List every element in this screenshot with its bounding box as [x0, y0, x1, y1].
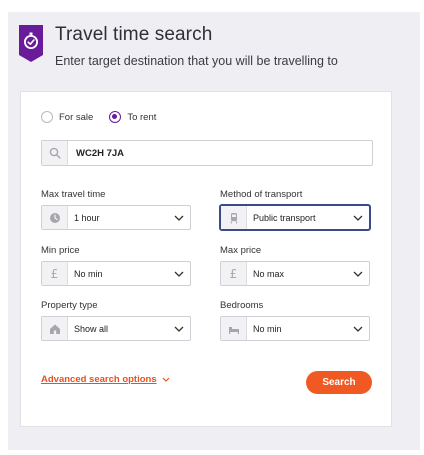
train-icon: [221, 206, 247, 229]
search-button[interactable]: Search: [306, 371, 372, 394]
chevron-down-icon: [347, 317, 369, 340]
chevron-down-icon: [347, 206, 369, 229]
chevron-down-icon: [168, 262, 190, 285]
min-price-select[interactable]: £ No min: [41, 261, 191, 286]
page-subtitle: Enter target destination that you will b…: [55, 54, 338, 68]
max-travel-time-select[interactable]: 1 hour: [41, 205, 191, 230]
property-type-value: Show all: [74, 323, 109, 334]
search-form-card: For sale To rent WC2H 7JA Max travel tim…: [20, 91, 392, 427]
radio-to-rent[interactable]: To rent: [109, 111, 156, 123]
advanced-search-options-link[interactable]: Advanced search options: [41, 374, 170, 385]
method-of-transport-value: Public transport: [253, 212, 316, 223]
radio-to-rent-label: To rent: [127, 111, 157, 123]
listing-type-radio-group: For sale To rent: [41, 111, 172, 123]
clock-icon: [42, 206, 68, 229]
radio-for-sale-label: For sale: [59, 111, 94, 123]
max-price-select[interactable]: £ No max: [220, 261, 370, 286]
max-travel-time-label: Max travel time: [41, 189, 106, 200]
max-price-value: No max: [253, 268, 285, 279]
bedrooms-value: No min: [253, 323, 282, 334]
destination-input[interactable]: WC2H 7JA: [41, 140, 373, 166]
method-of-transport-label: Method of transport: [220, 189, 303, 200]
chevron-down-icon: [347, 262, 369, 285]
bedrooms-label: Bedrooms: [220, 300, 264, 311]
chevron-down-icon: [162, 377, 170, 382]
chevron-down-icon: [168, 317, 190, 340]
max-price-label: Max price: [220, 245, 262, 256]
chevron-down-icon: [168, 206, 190, 229]
radio-to-rent-indicator[interactable]: [109, 111, 122, 123]
min-price-value: No min: [74, 268, 103, 279]
property-type-label: Property type: [41, 300, 98, 311]
radio-for-sale-indicator[interactable]: [41, 111, 53, 123]
search-icon: [42, 141, 68, 165]
stopwatch-badge-icon: [19, 25, 43, 62]
page-title: Travel time search: [55, 24, 213, 45]
destination-value[interactable]: WC2H 7JA: [68, 141, 124, 165]
pound-icon: £: [221, 262, 247, 285]
bed-icon: [221, 317, 247, 340]
min-price-label: Min price: [41, 245, 80, 256]
max-travel-time-value: 1 hour: [74, 212, 100, 223]
bedrooms-select[interactable]: No min: [220, 316, 370, 341]
pound-icon: £: [42, 262, 68, 285]
method-of-transport-select[interactable]: Public transport: [220, 205, 370, 230]
property-type-select[interactable]: Show all: [41, 316, 191, 341]
radio-for-sale[interactable]: For sale: [41, 111, 93, 123]
advanced-search-options-label: Advanced search options: [41, 374, 157, 385]
house-icon: [42, 317, 68, 340]
